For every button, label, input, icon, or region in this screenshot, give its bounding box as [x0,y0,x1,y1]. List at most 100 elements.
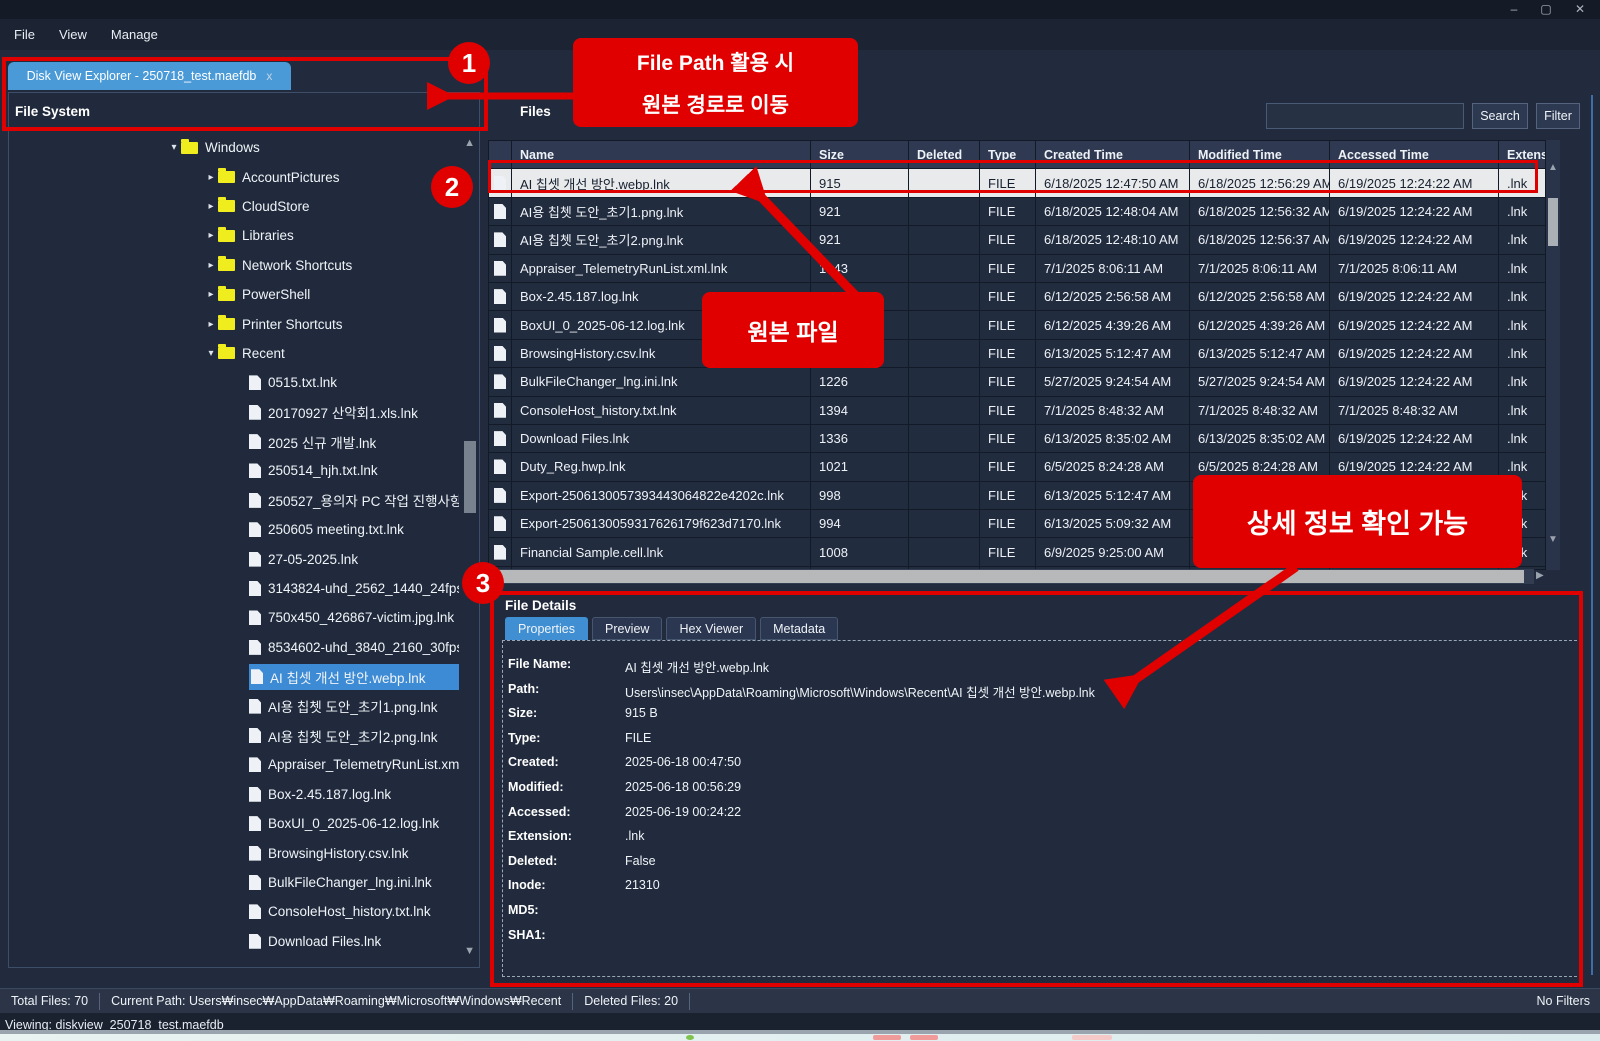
cell [909,198,979,225]
file-icon [494,289,506,304]
tree-item-label: Download Files.lnk [268,934,381,949]
annotation-rect-1 [2,57,488,131]
tree-scroll-down-icon[interactable]: ▼ [464,945,475,957]
file-icon [494,261,506,276]
table-row-Box-2.45.187.log.lnk[interactable]: Box-2.45.187.log.lnk1138FILE6/12/2025 2:… [489,283,1545,310]
caret-expanded-icon[interactable]: ▾ [167,142,181,153]
table-row-Download Files.lnk[interactable]: Download Files.lnk1336FILE6/13/2025 8:35… [489,425,1545,452]
table-row-AI용 칩쳇 도안_초기1.png.lnk[interactable]: AI용 칩쳇 도안_초기1.png.lnk921FILE6/18/2025 12… [489,198,1545,225]
cell: 6/19/2025 12:24:22 AM [1330,283,1498,310]
cell: .lnk [1499,425,1545,452]
cell: 998 [811,482,908,509]
table-hscroll-thumb[interactable] [496,570,1524,583]
file-icon-cell [489,397,511,424]
cell: Download Files.lnk [512,425,810,452]
callout-2-text: 원본 파일 [747,313,838,347]
table-row-AI용 칩쳇 도안_초기2.png.lnk[interactable]: AI용 칩쳇 도안_초기2.png.lnk921FILE6/18/2025 12… [489,226,1545,253]
table-row-Appraiser_TelemetryRunList.xml.lnk[interactable]: Appraiser_TelemetryRunList.xml.lnk1043FI… [489,255,1545,282]
tree-item-250527_용의자 PC 작업 진행사항[interactable]: 250527_용의자 PC 작업 진행사항 [9,486,479,515]
caret-collapsed-icon[interactable]: ▸ [204,172,218,183]
menu-manage[interactable]: Manage [111,27,158,42]
folder-icon [218,347,235,359]
cell: Export-2506130057393443064822e4202c.lnk [512,482,810,509]
tree-item-Network Shortcuts[interactable]: ▸Network Shortcuts [9,251,479,280]
filter-button[interactable]: Filter [1536,103,1580,129]
menu-file[interactable]: File [14,27,35,42]
menu-view[interactable]: View [59,27,87,42]
desktop-strip [0,1034,1600,1041]
cell [909,340,979,367]
cell: 5/27/2025 9:24:54 AM [1190,368,1329,395]
tree-item-BulkFileChanger_lng.ini.lnk[interactable]: BulkFileChanger_lng.ini.lnk [9,868,479,897]
panel-right-border [1591,95,1593,975]
file-icon [494,403,506,418]
file-icon [249,699,261,714]
table-row-BoxUI_0_2025-06-12.log.lnk[interactable]: BoxUI_0_2025-06-12.log.lnkFILE6/12/2025 … [489,311,1545,338]
tree-item-Recent[interactable]: ▾Recent [9,339,479,368]
tree-item-PowerShell[interactable]: ▸PowerShell [9,280,479,309]
caret-collapsed-icon[interactable]: ▸ [204,289,218,300]
tree-item-20170927 산악회1.xls.lnk[interactable]: 20170927 산악회1.xls.lnk [9,398,479,427]
cell: 6/13/2025 5:12:47 AM [1036,482,1189,509]
tree-item-3143824-uhd_2562_1440_24fps.n[interactable]: 3143824-uhd_2562_1440_24fps.n [9,574,479,603]
tree-item-2025 신규 개발.lnk[interactable]: 2025 신규 개발.lnk [9,427,479,456]
tree-scrollbar-thumb[interactable] [464,441,476,513]
cell: 6/19/2025 12:24:22 AM [1330,198,1498,225]
folder-icon [218,318,235,330]
tree-item-Windows[interactable]: ▾ Windows [9,133,479,162]
tree-item-AI용 칩쳇 도안_초기1.png.lnk[interactable]: AI용 칩쳇 도안_초기1.png.lnk [9,691,479,720]
taskbar-blob-green [686,1035,694,1040]
caret-collapsed-icon[interactable]: ▸ [204,260,218,271]
file-icon-cell [489,255,511,282]
scroll-up-icon[interactable]: ▲ [1548,162,1558,173]
cell: 6/19/2025 12:24:22 AM [1330,226,1498,253]
table-row-ConsoleHost_history.txt.lnk[interactable]: ConsoleHost_history.txt.lnk1394FILE7/1/2… [489,397,1545,424]
tree-item-8534602-uhd_3840_2160_30fps.n[interactable]: 8534602-uhd_3840_2160_30fps.n [9,633,479,662]
cell: Appraiser_TelemetryRunList.xml.lnk [512,255,810,282]
maximize-icon[interactable]: ▢ [1538,2,1554,16]
table-row-BrowsingHistory.csv.lnk[interactable]: BrowsingHistory.csv.lnkFILE6/13/2025 5:1… [489,340,1545,367]
tree-item-BoxUI_0_2025-06-12.log.lnk[interactable]: BoxUI_0_2025-06-12.log.lnk [9,809,479,838]
table-row-BulkFileChanger_lng.ini.lnk[interactable]: BulkFileChanger_lng.ini.lnk1226FILE5/27/… [489,368,1545,395]
tree-item-250605 meeting.txt.lnk[interactable]: 250605 meeting.txt.lnk [9,515,479,544]
tree-scroll-up-icon[interactable]: ▲ [464,137,475,149]
tree-item-ConsoleHost_history.txt.lnk[interactable]: ConsoleHost_history.txt.lnk [9,897,479,926]
annotation-circle-2: 2 [431,166,473,208]
tree-item-AccountPictures[interactable]: ▸AccountPictures [9,162,479,191]
caret-collapsed-icon[interactable]: ▸ [204,319,218,330]
cell: 6/18/2025 12:48:04 AM [1036,198,1189,225]
tree-item-CloudStore[interactable]: ▸CloudStore [9,192,479,221]
tree-item-250514_hjh.txt.lnk[interactable]: 250514_hjh.txt.lnk [9,456,479,485]
tree-item-Download Files.lnk[interactable]: Download Files.lnk [9,927,479,956]
search-input[interactable] [1266,103,1464,129]
tree-item-0515.txt.lnk[interactable]: 0515.txt.lnk [9,368,479,397]
tree-item-AI 칩셋 개선 방안.webp.lnk[interactable]: AI 칩셋 개선 방안.webp.lnk [9,662,479,691]
tree-item-AI용 칩쳇 도안_초기2.png.lnk[interactable]: AI용 칩쳇 도안_초기2.png.lnk [9,721,479,750]
table-vscroll-thumb[interactable] [1548,198,1558,246]
cell: .lnk [1499,340,1545,367]
taskbar-blob-pink-1 [873,1035,901,1040]
caret-collapsed-icon[interactable]: ▸ [204,201,218,212]
file-icon [249,552,261,567]
scroll-down-icon[interactable]: ▼ [1548,534,1558,545]
tree-item-Printer Shortcuts[interactable]: ▸Printer Shortcuts [9,309,479,338]
cell: .lnk [1499,397,1545,424]
tree-selected-highlight[interactable]: AI 칩셋 개선 방안.webp.lnk [249,664,459,690]
caret-collapsed-icon[interactable]: ▸ [204,230,218,241]
minimize-icon[interactable]: – [1506,2,1522,16]
tree-item-27-05-2025.lnk[interactable]: 27-05-2025.lnk [9,544,479,573]
close-icon[interactable]: ✕ [1572,2,1588,16]
cell: 6/12/2025 2:56:58 AM [1190,283,1329,310]
caret-expanded-icon[interactable]: ▾ [204,348,218,359]
search-button[interactable]: Search [1472,103,1528,129]
file-icon-cell [489,340,511,367]
tree-item-label: Windows [205,140,260,155]
tree-item-BrowsingHistory.csv.lnk[interactable]: BrowsingHistory.csv.lnk [9,838,479,867]
tree-item-750x450_426867-victim.jpg.lnk[interactable]: 750x450_426867-victim.jpg.lnk [9,603,479,632]
cell: 7/1/2025 8:06:11 AM [1330,255,1498,282]
tree-item-Appraiser_TelemetryRunList.xml.l[interactable]: Appraiser_TelemetryRunList.xml.l [9,750,479,779]
cell: 6/9/2025 9:25:00 AM [1036,538,1189,565]
scroll-right-icon[interactable]: ▶ [1536,570,1544,581]
tree-item-Box-2.45.187.log.lnk[interactable]: Box-2.45.187.log.lnk [9,780,479,809]
tree-item-Libraries[interactable]: ▸Libraries [9,221,479,250]
